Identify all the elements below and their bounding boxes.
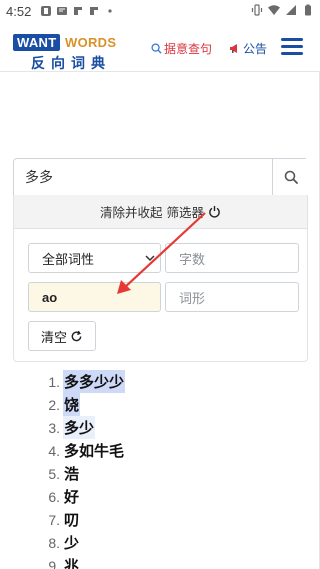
clear-button[interactable]: 清空 <box>28 321 96 351</box>
power-icon <box>209 205 220 218</box>
result-item[interactable]: 4. 多如牛毛 <box>30 439 125 462</box>
dot-icon <box>108 9 112 13</box>
result-item[interactable]: 7. 叨 <box>30 508 125 531</box>
result-item[interactable]: 3. 多少 <box>30 416 125 439</box>
result-word[interactable]: 多少 <box>63 416 96 439</box>
nav-notice-label: 公告 <box>243 42 268 56</box>
word-form-field[interactable]: 词形 <box>165 282 299 312</box>
result-number: 1. <box>48 373 60 390</box>
result-word[interactable]: 兆 <box>63 554 80 569</box>
signal-icon <box>286 5 296 15</box>
result-number: 8. <box>48 534 60 551</box>
status-time: 4:52 <box>6 4 32 19</box>
word-count-field[interactable]: 字数 <box>165 243 299 273</box>
logo-want-text: WANT <box>13 34 61 51</box>
chevron-down-icon <box>145 255 155 262</box>
result-item[interactable]: 6. 好 <box>30 485 125 508</box>
clear-collapse-label: 清除并收起 筛选器 <box>100 205 204 220</box>
clear-collapse-filter-button[interactable]: 清除并收起 筛选器 <box>14 195 307 229</box>
pinyin-field[interactable]: ao <box>28 282 161 312</box>
result-number: 9. <box>48 557 60 569</box>
result-word[interactable]: 饶 <box>63 393 81 416</box>
part-of-speech-value: 全部词性 <box>42 252 95 268</box>
logo-chinese-text: 反向词典 <box>31 56 111 72</box>
result-item[interactable]: 5. 浩 <box>30 462 125 485</box>
status-bar: 4:52 <box>0 0 320 24</box>
vibrate-icon <box>251 4 263 16</box>
clear-button-label: 清空 <box>40 330 67 346</box>
hamburger-icon[interactable] <box>281 38 303 56</box>
search-icon <box>284 170 298 184</box>
result-number: 3. <box>48 419 60 436</box>
result-word[interactable]: 少 <box>63 531 80 554</box>
nav-notice[interactable]: 公告 <box>229 40 267 57</box>
result-word[interactable]: 叨 <box>63 508 80 531</box>
wantwords-logo[interactable]: WANT WORDS 反向词典 <box>13 34 125 72</box>
result-word[interactable]: 浩 <box>63 462 80 485</box>
result-item[interactable]: 1. 多多少少 <box>30 370 126 393</box>
notification-icon <box>41 6 51 16</box>
result-item[interactable]: 8. 少 <box>30 531 125 554</box>
message-icon <box>57 7 67 15</box>
status-left-icons <box>40 5 116 17</box>
battery-icon <box>305 4 311 16</box>
results-list: 1. 多多少少 2. 饶 3. 多少 4. 多如牛毛 5. 浩 6. 好 7. 叨 8. 少 9. 兆 <box>30 370 126 569</box>
pinyin-value: ao <box>42 289 58 305</box>
result-word[interactable]: 多如牛毛 <box>63 439 125 462</box>
result-number: 7. <box>48 511 60 528</box>
top-navbar: WANT WORDS 反向词典 据意查句 公告 <box>0 24 320 72</box>
logo-words-text: WORDS <box>65 35 117 50</box>
nav-fuzzy-sentence-search[interactable]: 据意查句 <box>151 40 212 57</box>
wifi-icon <box>268 5 280 15</box>
app-icon <box>90 7 98 15</box>
result-word[interactable]: 好 <box>63 485 80 508</box>
result-number: 6. <box>48 488 60 505</box>
nav-fuzzy-label: 据意查句 <box>164 42 213 56</box>
result-number: 2. <box>48 396 60 413</box>
result-word[interactable]: 多多少少 <box>63 370 126 393</box>
search-input[interactable] <box>14 159 272 195</box>
status-right-icons <box>251 4 314 16</box>
search-bar <box>13 158 308 196</box>
word-form-placeholder: 词形 <box>179 291 206 307</box>
part-of-speech-select[interactable]: 全部词性 <box>28 243 161 273</box>
refresh-icon <box>71 330 82 341</box>
app-icon <box>74 7 82 15</box>
word-count-placeholder: 字数 <box>179 252 206 268</box>
result-item[interactable]: 2. 饶 <box>30 393 125 416</box>
result-number: 5. <box>48 465 60 482</box>
result-number: 4. <box>48 442 60 459</box>
megaphone-icon <box>230 44 237 53</box>
search-icon <box>151 43 162 54</box>
filter-panel: 清除并收起 筛选器 全部词性 字数 ao 词形 清空 <box>13 195 308 362</box>
result-item[interactable]: 9. 兆 <box>30 554 125 569</box>
search-button[interactable] <box>272 159 308 195</box>
